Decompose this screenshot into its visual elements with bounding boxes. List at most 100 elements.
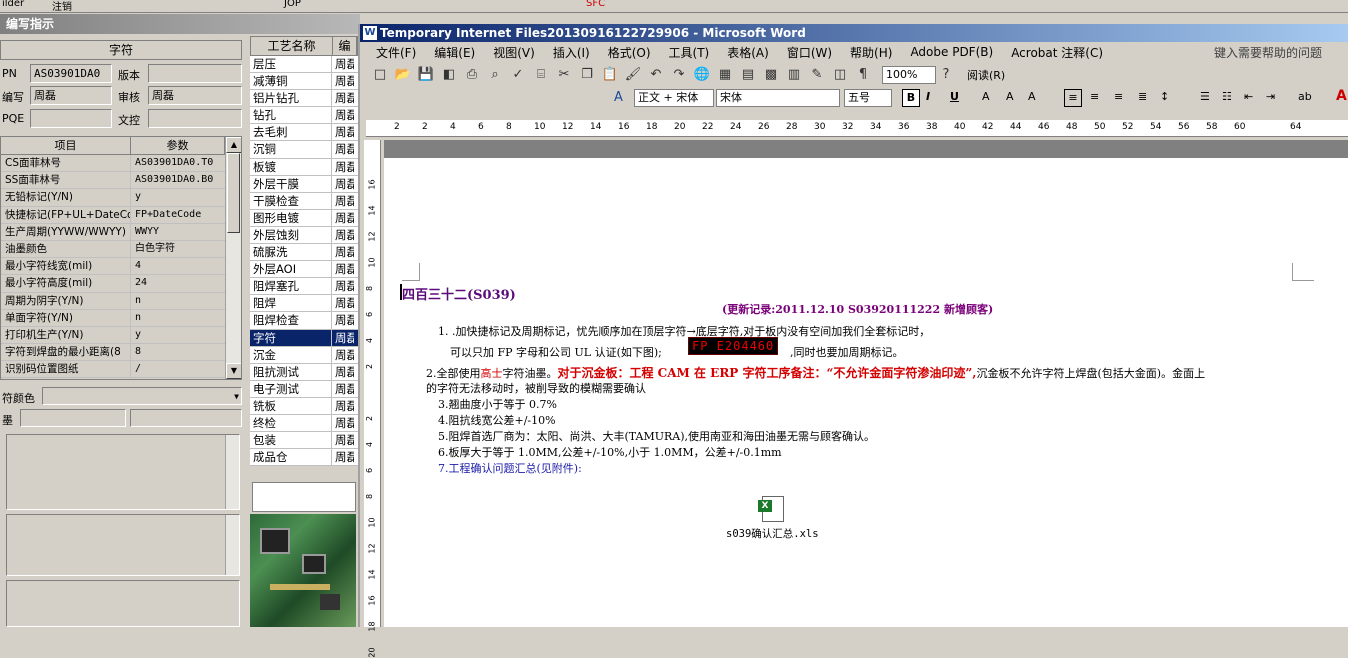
- bold-icon[interactable]: B: [902, 89, 920, 107]
- excel-file-icon[interactable]: X: [758, 496, 786, 524]
- param-row[interactable]: 字符到焊盘的最小距离(8 8: [1, 344, 241, 362]
- param-row[interactable]: 最小字符高度(mil) 24: [1, 275, 241, 293]
- notes-scrollbar-1[interactable]: [225, 435, 239, 509]
- param-value[interactable]: AS03901DA0.T0: [131, 155, 225, 171]
- process-row[interactable]: 干膜检查 周磊: [250, 192, 358, 210]
- version-field[interactable]: [148, 64, 242, 83]
- show-hide-icon[interactable]: ¶: [853, 65, 873, 85]
- process-input-box[interactable]: [252, 482, 356, 512]
- menu-window[interactable]: 窗口(W): [787, 44, 832, 61]
- process-row[interactable]: 层压 周磊: [250, 56, 358, 74]
- doc-map-icon[interactable]: ◫: [830, 65, 850, 85]
- copy-icon[interactable]: ❐: [577, 65, 597, 85]
- cut-icon[interactable]: ✂: [554, 65, 574, 85]
- drawing-icon[interactable]: ✎: [807, 65, 827, 85]
- notes-area-3[interactable]: [6, 580, 240, 627]
- param-value[interactable]: n: [131, 293, 225, 309]
- param-value[interactable]: 8: [131, 344, 225, 360]
- menu-acrobat-comments[interactable]: Acrobat 注释(C): [1011, 44, 1103, 61]
- print-icon[interactable]: ⎙: [462, 65, 482, 85]
- columns-icon[interactable]: ▥: [784, 65, 804, 85]
- scroll-down-icon[interactable]: ▼: [226, 363, 241, 379]
- process-row[interactable]: 减薄铜 周磊: [250, 73, 358, 91]
- attachment-name[interactable]: s039确认汇总.xls: [726, 526, 819, 541]
- param-value[interactable]: 4: [131, 258, 225, 274]
- process-row[interactable]: 去毛刺 周磊: [250, 124, 358, 142]
- new-doc-icon[interactable]: □: [370, 65, 390, 85]
- cancel-button[interactable]: 注销: [52, 0, 72, 12]
- param-value[interactable]: n: [131, 310, 225, 326]
- doc-control-field[interactable]: [148, 109, 242, 128]
- param-value[interactable]: y: [131, 327, 225, 343]
- spelling-icon[interactable]: ✓: [508, 65, 528, 85]
- style-select[interactable]: 正文 + 宋体: [634, 89, 714, 107]
- builder-label[interactable]: ilder: [2, 0, 24, 9]
- insert-table-icon[interactable]: ▤: [738, 65, 758, 85]
- column-process-name[interactable]: 工艺名称: [251, 37, 333, 55]
- print-preview-icon[interactable]: ⌕: [485, 65, 505, 85]
- param-table-scrollbar[interactable]: ▲ ▼: [225, 137, 241, 379]
- process-row[interactable]: 包装 周磊: [250, 432, 358, 450]
- redo-icon[interactable]: ↷: [669, 65, 689, 85]
- insert-excel-icon[interactable]: ▩: [761, 65, 781, 85]
- read-button[interactable]: 阅读(R): [967, 67, 1005, 83]
- line-spacing-icon[interactable]: ↕: [1160, 90, 1169, 103]
- italic-icon[interactable]: I: [926, 90, 930, 103]
- process-row[interactable]: 铣板 周磊: [250, 397, 358, 415]
- param-value[interactable]: y: [131, 189, 225, 205]
- menu-edit[interactable]: 编辑(E): [434, 44, 475, 61]
- param-row[interactable]: SS面菲林号 AS03901DA0.B0: [1, 172, 241, 190]
- writer-field[interactable]: 周磊: [30, 86, 112, 105]
- zoom-select[interactable]: 100%: [882, 65, 936, 84]
- undo-icon[interactable]: ↶: [646, 65, 666, 85]
- pn-field[interactable]: AS03901DA0: [30, 64, 112, 83]
- styles-icon[interactable]: A: [614, 90, 623, 105]
- param-value[interactable]: WWYY: [131, 224, 225, 240]
- char-shading-icon[interactable]: A: [1006, 90, 1014, 103]
- process-row[interactable]: 沉铜 周磊: [250, 141, 358, 159]
- param-row[interactable]: 生产周期(YYWW/WWYY) WWYY: [1, 223, 241, 241]
- align-left-icon[interactable]: ≡: [1064, 89, 1082, 107]
- help-search-input[interactable]: 键入需要帮助的问题: [1214, 44, 1322, 61]
- vertical-ruler[interactable]: 16 14 12 10 8 6 4 2 2 4 6 8 10 12 14 16 18 20: [364, 140, 381, 658]
- param-value[interactable]: /: [131, 361, 225, 377]
- ink-field[interactable]: [20, 409, 126, 427]
- align-center-icon[interactable]: ≡: [1090, 90, 1099, 103]
- menu-view[interactable]: 视图(V): [493, 44, 535, 61]
- size-select[interactable]: 五号: [844, 89, 892, 107]
- process-row[interactable]: 阻抗测试 周磊: [250, 363, 358, 381]
- font-color-icon[interactable]: A: [1336, 88, 1347, 104]
- menu-table[interactable]: 表格(A): [727, 44, 769, 61]
- notes-scrollbar-2[interactable]: [225, 515, 239, 575]
- char-color-select[interactable]: ▼: [42, 387, 242, 405]
- param-value[interactable]: AS03901DA0.B0: [131, 172, 225, 188]
- process-row[interactable]: 字符 周磊: [250, 329, 358, 347]
- font-select[interactable]: 宋体: [716, 89, 840, 107]
- param-value[interactable]: 24: [131, 275, 225, 291]
- column-param[interactable]: 参数: [131, 137, 225, 154]
- scroll-thumb[interactable]: [227, 153, 240, 233]
- param-row[interactable]: 油墨颜色 白色字符: [1, 240, 241, 259]
- horizontal-ruler[interactable]: 2 2 4 6 8 10 12 14 16 18 20 22 24 26 28 30 32 34 36 38 40 42 4…: [366, 120, 1348, 137]
- justify-icon[interactable]: ≣: [1138, 90, 1147, 103]
- column-editor[interactable]: 编: [333, 37, 357, 55]
- scroll-up-icon[interactable]: ▲: [226, 137, 241, 153]
- menu-format[interactable]: 格式(O): [608, 44, 651, 61]
- help-icon[interactable]: ?: [936, 65, 956, 85]
- paste-icon[interactable]: 📋: [600, 65, 620, 85]
- process-row[interactable]: 成品仓 周磊: [250, 449, 358, 467]
- hyperlink-icon[interactable]: 🌐: [692, 65, 712, 85]
- process-row[interactable]: 阻焊塞孔 周磊: [250, 278, 358, 296]
- char-border-icon[interactable]: A: [982, 90, 990, 103]
- pqe-field[interactable]: [30, 109, 112, 128]
- sfc-button[interactable]: SFC: [586, 0, 605, 9]
- process-row[interactable]: 阻焊 周磊: [250, 295, 358, 313]
- format-painter-icon[interactable]: 🖌: [623, 65, 643, 85]
- highlight-icon[interactable]: ab: [1298, 90, 1312, 103]
- param-value[interactable]: 白色字符: [131, 241, 225, 257]
- param-row[interactable]: 单面字符(Y/N) n: [1, 309, 241, 327]
- tables-borders-icon[interactable]: ▦: [715, 65, 735, 85]
- param-row[interactable]: CS面菲林号 AS03901DA0.T0: [1, 155, 241, 173]
- decrease-indent-icon[interactable]: ⇤: [1244, 90, 1253, 103]
- menu-insert[interactable]: 插入(I): [553, 44, 590, 61]
